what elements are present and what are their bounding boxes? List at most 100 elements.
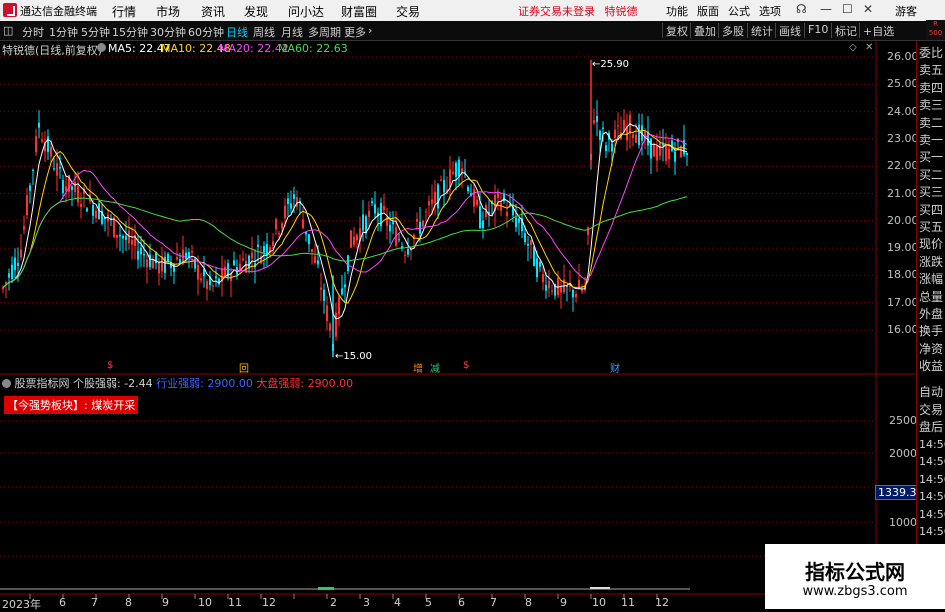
candle-body bbox=[686, 152, 688, 155]
candle-body bbox=[20, 249, 22, 258]
indicator-settings-icon[interactable] bbox=[2, 379, 11, 388]
quote-field-label: 买一 bbox=[919, 150, 944, 165]
y-tick-label: 18.00 bbox=[887, 268, 919, 282]
candle-body bbox=[77, 185, 79, 203]
menu-market[interactable]: 市场 bbox=[156, 3, 180, 20]
tool-overlay[interactable]: 叠加 bbox=[690, 23, 716, 38]
maximize-icon[interactable]: ☐ bbox=[842, 2, 853, 16]
candle-body bbox=[32, 169, 34, 171]
quote-field-label: 买三 bbox=[919, 185, 944, 200]
panel-toggle-icon[interactable]: ◫ bbox=[3, 24, 13, 37]
candle-body bbox=[17, 262, 19, 266]
candle-body bbox=[473, 188, 475, 207]
r-mark-number: 500 bbox=[928, 29, 943, 37]
candle-body bbox=[128, 230, 130, 244]
period-daily[interactable]: 日线 bbox=[226, 24, 248, 40]
kline-chart[interactable] bbox=[0, 41, 916, 609]
quote-field-label: 委比 bbox=[919, 46, 944, 60]
ind-y-tick: 2500 bbox=[889, 414, 917, 427]
tool-f10[interactable]: F10 bbox=[804, 23, 828, 38]
tool-layout[interactable]: 版面 bbox=[697, 3, 719, 19]
candle-body bbox=[428, 201, 430, 206]
tool-multistock[interactable]: 多股 bbox=[718, 23, 744, 38]
menu-trade[interactable]: 交易 bbox=[396, 3, 420, 20]
ind-y-tick: 1000 bbox=[889, 516, 917, 529]
tool-draw[interactable]: 画线 bbox=[775, 23, 801, 38]
period-monthly[interactable]: 月线 bbox=[281, 24, 303, 40]
quote-field-label: 换手 bbox=[919, 324, 944, 339]
candle-body bbox=[146, 259, 148, 268]
indicator-strength: 个股强弱: -2.44 bbox=[73, 377, 153, 390]
chart-close-icon[interactable]: ✕ bbox=[865, 42, 873, 53]
strong-sector-badge: 【今强势板块】: 煤炭开采 bbox=[4, 396, 139, 414]
period-more[interactable]: 更多 bbox=[344, 24, 366, 40]
candle-body bbox=[551, 290, 553, 292]
candle-body bbox=[314, 256, 316, 263]
candle-body bbox=[449, 169, 451, 188]
signal-marker: 回 bbox=[239, 364, 249, 375]
candle-body bbox=[95, 210, 97, 218]
signal-marker: $ bbox=[463, 360, 470, 371]
close-icon[interactable]: ✕ bbox=[863, 2, 873, 16]
tool-mark[interactable]: 标记 bbox=[831, 23, 857, 38]
guest-label[interactable]: 游客 bbox=[895, 3, 917, 19]
tool-adjust[interactable]: 复权 bbox=[662, 23, 688, 38]
candle-body bbox=[530, 240, 532, 246]
menu-quotes[interactable]: 行情 bbox=[112, 3, 136, 20]
candle-body bbox=[431, 199, 433, 204]
settings-dot-icon[interactable] bbox=[97, 43, 106, 52]
month-tick-label: 4 bbox=[394, 596, 401, 609]
period-15min[interactable]: 15分钟 bbox=[112, 24, 148, 40]
headset-icon[interactable]: ☊ bbox=[796, 2, 807, 16]
r-mark: R 500 bbox=[926, 20, 945, 40]
candle-body bbox=[392, 222, 394, 225]
period-1min[interactable]: 1分钟 bbox=[49, 24, 78, 40]
period-5min[interactable]: 5分钟 bbox=[81, 24, 110, 40]
candle-body bbox=[353, 236, 355, 246]
y-tick-label: 21.00 bbox=[887, 186, 919, 200]
candle-body bbox=[605, 145, 607, 151]
menu-news[interactable]: 资讯 bbox=[201, 3, 225, 20]
period-60min[interactable]: 60分钟 bbox=[188, 24, 224, 40]
diamond-icon[interactable]: ◇ bbox=[849, 42, 857, 53]
candle-body bbox=[50, 146, 52, 157]
tool-statistics[interactable]: 统计 bbox=[747, 23, 773, 38]
tool-add-watchlist[interactable]: +自选 bbox=[859, 23, 894, 38]
stock-title: 特锐德(日线,前复权) bbox=[2, 44, 103, 57]
period-weekly[interactable]: 周线 bbox=[253, 24, 275, 40]
candle-body bbox=[272, 241, 274, 247]
more-chevron-icon[interactable]: › bbox=[368, 24, 372, 37]
candle-body bbox=[26, 195, 28, 216]
candle-body bbox=[425, 211, 427, 213]
quote-field-label: 涨跌 bbox=[919, 254, 944, 269]
period-multi[interactable]: 多周期 bbox=[308, 24, 341, 40]
candle-body bbox=[452, 172, 454, 174]
tool-function[interactable]: 功能 bbox=[666, 3, 688, 19]
candle-body bbox=[38, 122, 40, 128]
menu-ask[interactable]: 问小达 bbox=[288, 3, 324, 20]
trade-detail-label: 14:56 bbox=[919, 525, 945, 538]
month-tick-label: 12 bbox=[655, 596, 669, 609]
candle-body bbox=[71, 186, 73, 190]
candle-body bbox=[518, 218, 520, 223]
tool-formula[interactable]: 公式 bbox=[728, 3, 750, 19]
tool-options[interactable]: 选项 bbox=[759, 3, 781, 19]
indicator-legend-market: 大盘强弱: 2900.00 bbox=[256, 377, 354, 390]
period-30min[interactable]: 30分钟 bbox=[150, 24, 186, 40]
y-tick-label: 24.00 bbox=[887, 104, 919, 118]
quote-field-label: 涨幅 bbox=[919, 272, 944, 287]
y-tick-label: 25.00 bbox=[887, 77, 919, 91]
candle-body bbox=[5, 282, 7, 284]
menu-discover[interactable]: 发现 bbox=[244, 3, 268, 20]
period-intraday[interactable]: 分时 bbox=[22, 24, 44, 40]
candle-body bbox=[419, 221, 421, 234]
minimize-icon[interactable]: — bbox=[820, 2, 832, 16]
low-price-label: ←15.00 bbox=[335, 351, 373, 362]
candle-body bbox=[35, 136, 37, 153]
candle-body bbox=[482, 220, 484, 229]
candle-body bbox=[323, 289, 325, 301]
candle-body bbox=[11, 264, 13, 279]
menu-wealth[interactable]: 财富圈 bbox=[341, 3, 377, 20]
login-notice[interactable]: 证券交易未登录 特锐德 bbox=[518, 3, 638, 19]
quote-field-label: 买五 bbox=[919, 220, 944, 234]
